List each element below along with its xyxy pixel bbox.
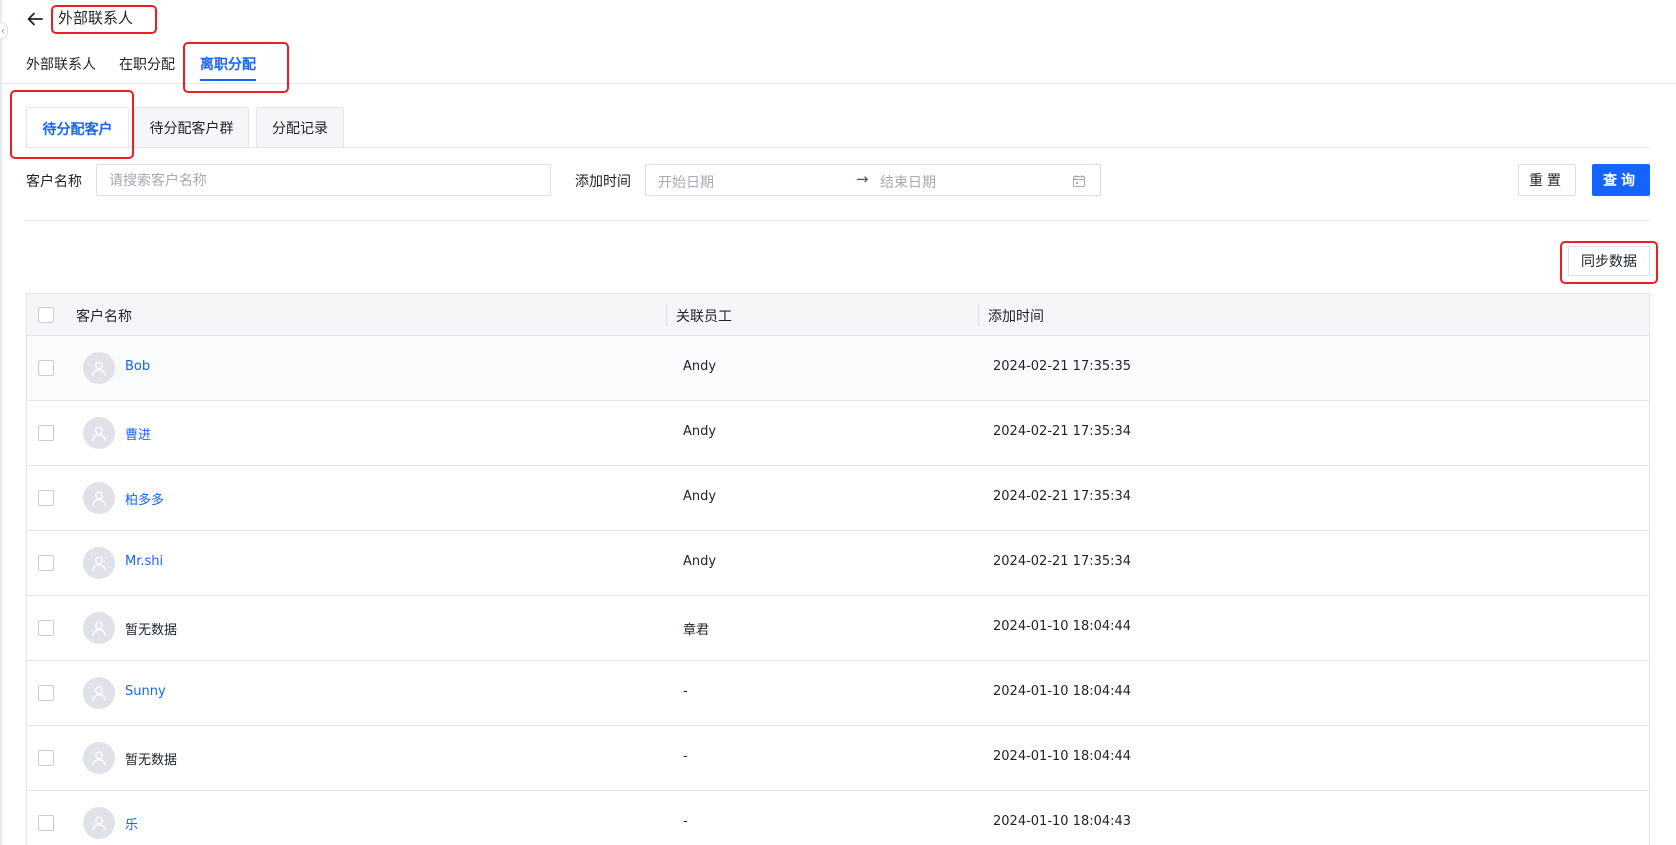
top-tabs: 外部联系人 在职分配 离职分配 bbox=[0, 42, 1676, 84]
customer-name[interactable]: Sunny bbox=[125, 684, 166, 699]
user-icon bbox=[92, 686, 106, 701]
added-time: 2024-02-21 17:35:35 bbox=[993, 359, 1132, 374]
customer-name[interactable]: 柏多多 bbox=[125, 489, 164, 508]
subtab-assignment-records[interactable]: 分配记录 bbox=[256, 107, 344, 148]
customer-name-label: 客户名称 bbox=[26, 174, 82, 190]
range-arrow-icon: → bbox=[856, 170, 869, 188]
left-edge bbox=[0, 0, 2, 845]
tab-external-contacts[interactable]: 外部联系人 bbox=[26, 54, 96, 74]
employee: Andy bbox=[683, 489, 717, 504]
employee: Andy bbox=[683, 424, 717, 439]
customer-name-search-input[interactable]: 请搜索客户名称 bbox=[96, 164, 551, 196]
tab-resigned-assignment[interactable]: 离职分配 bbox=[200, 54, 256, 74]
user-icon bbox=[92, 426, 106, 441]
user-icon bbox=[92, 361, 106, 376]
calendar-icon bbox=[1073, 175, 1085, 187]
user-icon bbox=[92, 621, 106, 636]
arrow-left-icon bbox=[27, 12, 43, 26]
employee: Andy bbox=[683, 359, 717, 374]
user-icon bbox=[92, 491, 106, 506]
table-row[interactable]: Sunny - 2024-01-10 18:04:44 bbox=[27, 661, 1649, 726]
avatar bbox=[83, 807, 115, 839]
table-row[interactable]: 柏多多 Andy 2024-02-21 17:35:34 bbox=[27, 466, 1649, 531]
employee: - bbox=[683, 814, 688, 829]
tab-on-job-assignment[interactable]: 在职分配 bbox=[119, 54, 175, 74]
start-date-input[interactable]: 开始日期 bbox=[658, 172, 714, 192]
table-row[interactable]: 乐 - 2024-01-10 18:04:43 bbox=[27, 791, 1649, 845]
page-title: 外部联系人 bbox=[58, 9, 134, 27]
row-checkbox[interactable] bbox=[38, 425, 54, 441]
avatar bbox=[83, 612, 115, 644]
row-checkbox[interactable] bbox=[38, 490, 54, 506]
added-time: 2024-01-10 18:04:44 bbox=[993, 749, 1132, 764]
added-time: 2024-01-10 18:04:44 bbox=[993, 684, 1132, 699]
added-time: 2024-02-21 17:35:34 bbox=[993, 554, 1132, 569]
column-divider bbox=[978, 304, 979, 326]
subtabs-divider bbox=[26, 147, 1650, 148]
employee: - bbox=[683, 684, 688, 699]
customer-name-placeholder: 请搜索客户名称 bbox=[109, 173, 207, 189]
filter-divider bbox=[26, 220, 1650, 221]
avatar bbox=[83, 547, 115, 579]
table-row[interactable]: Mr.shi Andy 2024-02-21 17:35:34 bbox=[27, 531, 1649, 596]
customer-name[interactable]: 乐 bbox=[125, 814, 138, 833]
customer-name: 暂无数据 bbox=[125, 753, 178, 768]
active-tab-underline bbox=[200, 79, 256, 81]
subtab-pending-customers[interactable]: 待分配客户 bbox=[26, 107, 129, 149]
employee: Andy bbox=[683, 554, 717, 569]
row-checkbox[interactable] bbox=[38, 685, 54, 701]
table-row[interactable]: Bob Andy 2024-02-21 17:35:35 bbox=[27, 336, 1649, 401]
avatar bbox=[83, 352, 115, 384]
table-row[interactable]: 暂无数据 章君 2024-01-10 18:04:44 bbox=[27, 596, 1649, 661]
row-checkbox[interactable] bbox=[38, 620, 54, 636]
column-header-employee: 关联员工 bbox=[676, 309, 732, 325]
sync-data-button[interactable]: 同步数据 bbox=[1568, 246, 1650, 276]
reset-button[interactable]: 重置 bbox=[1518, 164, 1576, 196]
customer-table: 客户名称 关联员工 添加时间 Bob Andy 2024-02-21 17:35:3… bbox=[26, 293, 1650, 845]
subtab-pending-customer-groups[interactable]: 待分配客户群 bbox=[134, 107, 249, 148]
added-time: 2024-02-21 17:35:34 bbox=[993, 424, 1132, 439]
customer-name: 暂无数据 bbox=[125, 623, 178, 638]
end-date-input[interactable]: 结束日期 bbox=[880, 172, 936, 192]
select-all-checkbox[interactable] bbox=[38, 307, 54, 323]
added-time-label: 添加时间 bbox=[575, 174, 631, 190]
user-icon bbox=[92, 556, 106, 571]
column-divider bbox=[666, 304, 667, 326]
avatar bbox=[83, 482, 115, 514]
row-checkbox[interactable] bbox=[38, 360, 54, 376]
added-time: 2024-01-10 18:04:44 bbox=[993, 619, 1132, 634]
avatar bbox=[83, 417, 115, 449]
avatar bbox=[83, 677, 115, 709]
employee: 章君 bbox=[683, 623, 710, 638]
avatar bbox=[83, 742, 115, 774]
back-button[interactable] bbox=[24, 8, 46, 30]
customer-name[interactable]: Bob bbox=[125, 359, 150, 374]
header: 外部联系人 bbox=[0, 0, 1676, 40]
customer-name[interactable]: Mr.shi bbox=[125, 554, 163, 569]
user-icon bbox=[92, 816, 106, 831]
table-row[interactable]: 暂无数据 - 2024-01-10 18:04:44 bbox=[27, 726, 1649, 791]
column-header-added-time: 添加时间 bbox=[988, 309, 1044, 325]
date-range-picker[interactable]: 开始日期 → 结束日期 bbox=[645, 164, 1101, 196]
user-icon bbox=[92, 751, 106, 766]
row-checkbox[interactable] bbox=[38, 815, 54, 831]
table-row[interactable]: 曹进 Andy 2024-02-21 17:35:34 bbox=[27, 401, 1649, 466]
table-header: 客户名称 关联员工 添加时间 bbox=[27, 294, 1649, 336]
query-button[interactable]: 查询 bbox=[1592, 164, 1650, 196]
row-checkbox[interactable] bbox=[38, 555, 54, 571]
added-time: 2024-02-21 17:35:34 bbox=[993, 489, 1132, 504]
added-time: 2024-01-10 18:04:43 bbox=[993, 814, 1132, 829]
row-checkbox[interactable] bbox=[38, 750, 54, 766]
customer-name[interactable]: 曹进 bbox=[125, 424, 151, 443]
column-header-customer-name: 客户名称 bbox=[76, 309, 132, 325]
employee: - bbox=[683, 749, 688, 764]
